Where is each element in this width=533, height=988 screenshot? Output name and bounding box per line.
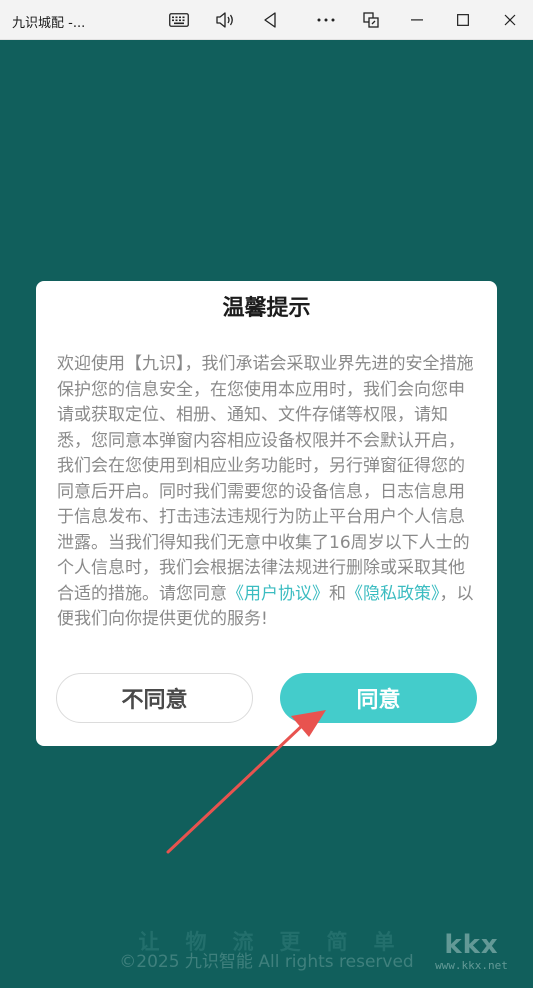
agree-button[interactable]: 同意 <box>280 673 477 723</box>
site-watermark: kkx www.kkx.net <box>414 930 529 972</box>
watermark-logo: kkx <box>444 930 499 960</box>
keyboard-icon[interactable] <box>164 5 194 35</box>
volume-icon[interactable] <box>210 5 240 35</box>
privacy-policy-link[interactable]: 《隐私政策》 <box>346 584 440 604</box>
more-icon[interactable] <box>311 5 341 35</box>
disagree-button[interactable]: 不同意 <box>56 673 253 723</box>
minimize-icon[interactable] <box>402 5 432 35</box>
screen-rotate-icon[interactable] <box>356 5 386 35</box>
close-icon[interactable] <box>495 5 525 35</box>
dialog-body-text: 欢迎使用【九识】，我们承诺会采取业界先进的安全措施保护您的信息安全，在您使用本应… <box>57 354 474 604</box>
window-titlebar: 九识城配 -... <box>0 0 533 40</box>
watermark-url: www.kkx.net <box>435 959 508 972</box>
back-icon[interactable] <box>255 5 285 35</box>
window-title: 九识城配 -... <box>12 16 86 31</box>
user-agreement-link[interactable]: 《用户协议》 <box>227 584 329 604</box>
maximize-icon[interactable] <box>448 5 478 35</box>
dialog-conjunction: 和 <box>329 583 346 604</box>
dialog-body: 欢迎使用【九识】，我们承诺会采取业界先进的安全措施保护您的信息安全，在您使用本应… <box>57 352 481 633</box>
dialog-title: 温馨提示 <box>222 296 311 321</box>
